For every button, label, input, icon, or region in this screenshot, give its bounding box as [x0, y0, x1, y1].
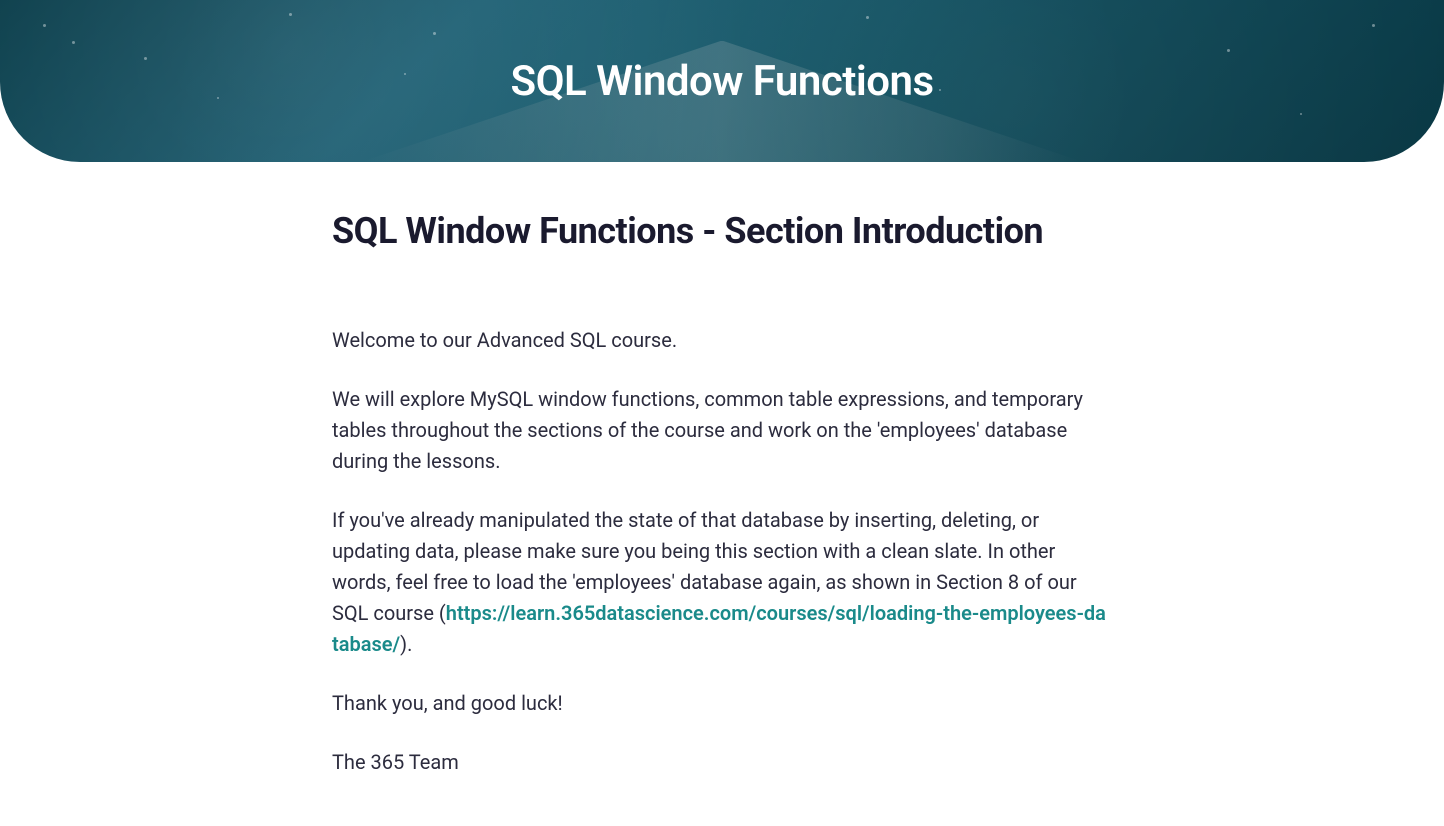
content-area: SQL Window Functions - Section Introduct…: [312, 162, 1132, 826]
paragraph-instructions: If you've already manipulated the state …: [332, 505, 1112, 660]
paragraph-overview: We will explore MySQL window functions, …: [332, 384, 1112, 477]
paragraph-signature: The 365 Team: [332, 747, 1112, 778]
paragraph-welcome: Welcome to our Advanced SQL course.: [332, 325, 1112, 356]
section-title: SQL Window Functions - Section Introduct…: [332, 210, 1112, 253]
hero-title: SQL Window Functions: [510, 57, 933, 106]
paragraph-instructions-after: ).: [400, 632, 412, 656]
hero-banner: SQL Window Functions: [0, 0, 1444, 162]
database-link[interactable]: https://learn.365datascience.com/courses…: [332, 601, 1106, 656]
paragraph-thanks: Thank you, and good luck!: [332, 688, 1112, 719]
